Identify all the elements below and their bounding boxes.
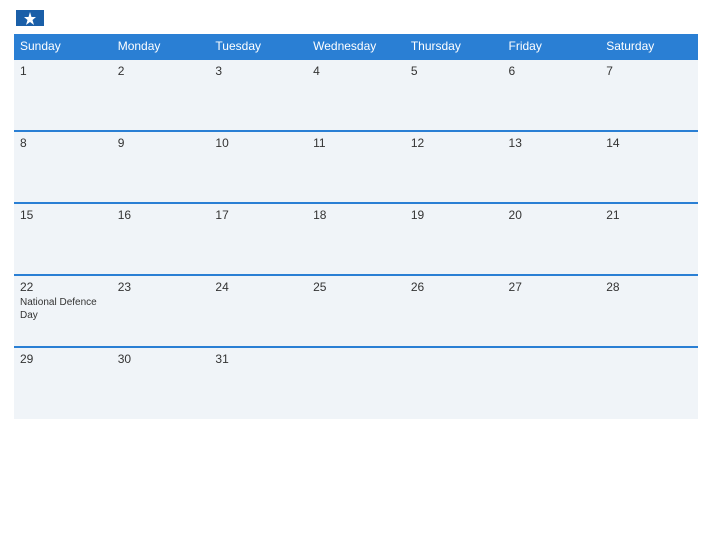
header-wednesday: Wednesday bbox=[307, 34, 405, 59]
calendar-cell: 20 bbox=[503, 203, 601, 275]
weekday-header-row: Sunday Monday Tuesday Wednesday Thursday… bbox=[14, 34, 698, 59]
header-thursday: Thursday bbox=[405, 34, 503, 59]
calendar-week-row: 22 National Defence Day 23 24 25 26 27 28 bbox=[14, 275, 698, 347]
calendar-cell: 22 National Defence Day bbox=[14, 275, 112, 347]
calendar-cell bbox=[405, 347, 503, 419]
day-number: 14 bbox=[606, 136, 692, 150]
calendar-cell: 24 bbox=[209, 275, 307, 347]
calendar-week-row: 1234567 bbox=[14, 59, 698, 131]
day-number: 23 bbox=[118, 280, 204, 294]
header-tuesday: Tuesday bbox=[209, 34, 307, 59]
calendar-cell: 18 bbox=[307, 203, 405, 275]
calendar-cell: 15 bbox=[14, 203, 112, 275]
day-number: 16 bbox=[118, 208, 204, 222]
day-number: 7 bbox=[606, 64, 692, 78]
calendar-cell: 7 bbox=[600, 59, 698, 131]
day-number: 8 bbox=[20, 136, 106, 150]
calendar-cell: 27 bbox=[503, 275, 601, 347]
day-number: 22 bbox=[20, 280, 106, 294]
day-number: 24 bbox=[215, 280, 301, 294]
header-monday: Monday bbox=[112, 34, 210, 59]
day-number: 28 bbox=[606, 280, 692, 294]
logo bbox=[14, 10, 44, 26]
holiday-label: National Defence Day bbox=[20, 296, 106, 322]
logo-flag-icon bbox=[16, 10, 44, 26]
day-number: 5 bbox=[411, 64, 497, 78]
day-number: 4 bbox=[313, 64, 399, 78]
calendar-cell: 13 bbox=[503, 131, 601, 203]
day-number: 26 bbox=[411, 280, 497, 294]
calendar-cell: 8 bbox=[14, 131, 112, 203]
day-number: 15 bbox=[20, 208, 106, 222]
day-number: 13 bbox=[509, 136, 595, 150]
day-number: 17 bbox=[215, 208, 301, 222]
calendar-cell: 12 bbox=[405, 131, 503, 203]
day-number: 20 bbox=[509, 208, 595, 222]
calendar-cell: 5 bbox=[405, 59, 503, 131]
day-number: 6 bbox=[509, 64, 595, 78]
day-number: 25 bbox=[313, 280, 399, 294]
day-number: 2 bbox=[118, 64, 204, 78]
calendar-cell: 6 bbox=[503, 59, 601, 131]
calendar-cell: 4 bbox=[307, 59, 405, 131]
day-number: 31 bbox=[215, 352, 301, 366]
calendar-table: Sunday Monday Tuesday Wednesday Thursday… bbox=[14, 34, 698, 419]
calendar-week-row: 89 10 11 12 13 14 bbox=[14, 131, 698, 203]
day-number: 11 bbox=[313, 136, 399, 150]
calendar-cell bbox=[307, 347, 405, 419]
calendar-cell: 11 bbox=[307, 131, 405, 203]
calendar-header bbox=[14, 10, 698, 26]
calendar-cell: 14 bbox=[600, 131, 698, 203]
day-number: 30 bbox=[118, 352, 204, 366]
day-number: 12 bbox=[411, 136, 497, 150]
calendar-cell: 31 bbox=[209, 347, 307, 419]
calendar-cell: 25 bbox=[307, 275, 405, 347]
calendar-cell: 29 bbox=[14, 347, 112, 419]
calendar-cell: 21 bbox=[600, 203, 698, 275]
day-number: 9 bbox=[118, 136, 204, 150]
calendar-cell: 9 bbox=[112, 131, 210, 203]
day-number: 27 bbox=[509, 280, 595, 294]
calendar-cell: 28 bbox=[600, 275, 698, 347]
calendar-cell: 2 bbox=[112, 59, 210, 131]
calendar-cell bbox=[600, 347, 698, 419]
day-number: 1 bbox=[20, 64, 106, 78]
day-number: 10 bbox=[215, 136, 301, 150]
calendar-cell bbox=[503, 347, 601, 419]
day-number: 18 bbox=[313, 208, 399, 222]
calendar-cell: 10 bbox=[209, 131, 307, 203]
calendar-cell: 26 bbox=[405, 275, 503, 347]
calendar-cell: 17 bbox=[209, 203, 307, 275]
calendar-cell: 19 bbox=[405, 203, 503, 275]
header-saturday: Saturday bbox=[600, 34, 698, 59]
calendar-container: Sunday Monday Tuesday Wednesday Thursday… bbox=[0, 0, 712, 550]
calendar-cell: 23 bbox=[112, 275, 210, 347]
calendar-week-row: 15 16 17 18 19 20 21 bbox=[14, 203, 698, 275]
day-number: 3 bbox=[215, 64, 301, 78]
calendar-cell: 3 bbox=[209, 59, 307, 131]
header-friday: Friday bbox=[503, 34, 601, 59]
day-number: 21 bbox=[606, 208, 692, 222]
calendar-cell: 1 bbox=[14, 59, 112, 131]
calendar-cell: 16 bbox=[112, 203, 210, 275]
day-number: 19 bbox=[411, 208, 497, 222]
calendar-week-row: 29 30 31 bbox=[14, 347, 698, 419]
header-sunday: Sunday bbox=[14, 34, 112, 59]
day-number: 29 bbox=[20, 352, 106, 366]
calendar-cell: 30 bbox=[112, 347, 210, 419]
